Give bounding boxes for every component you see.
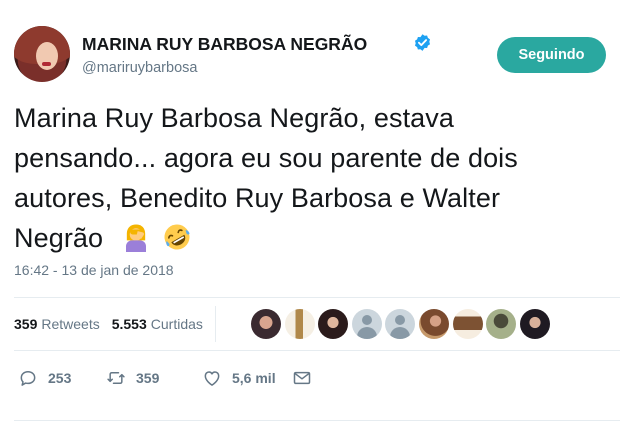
rolling-on-floor-laughing-icon [164, 224, 190, 250]
heart-icon [204, 371, 220, 386]
retweets-count[interactable]: 359 [14, 316, 37, 332]
engagement-stats: 359 Retweets 5.553 Curtidas [14, 306, 216, 342]
likers-avatar-row [251, 309, 553, 339]
woman-facepalming-icon [125, 224, 146, 252]
liker-avatar[interactable] [251, 309, 281, 339]
following-button[interactable]: Seguindo [497, 37, 606, 73]
author-handle[interactable]: @mariruybarbosa [82, 60, 197, 76]
tweet-actions: 253 359 5,6 mil [18, 364, 312, 392]
divider [14, 420, 620, 421]
liker-avatar[interactable] [284, 309, 315, 339]
retweets-label[interactable]: Retweets [41, 316, 99, 332]
retweet-count: 359 [136, 370, 160, 386]
author-name[interactable]: MARINA RUY BARBOSA NEGRÃO [82, 34, 367, 55]
author-avatar[interactable] [14, 26, 70, 82]
divider [14, 350, 620, 351]
retweet-button[interactable]: 359 [106, 368, 202, 388]
like-count: 5,6 mil [232, 370, 276, 386]
liker-avatar[interactable] [452, 309, 483, 339]
tweet-text-line: autores, Benedito Ruy Barbosa e Walter [14, 183, 501, 213]
liker-avatar-placeholder[interactable] [351, 309, 382, 339]
stats-separator [214, 306, 216, 342]
like-button[interactable]: 5,6 mil [202, 368, 292, 388]
tweet-text-line: Negrão [14, 218, 604, 258]
tweet-text-line: Marina Ruy Barbosa Negrão, estava [14, 103, 455, 133]
reply-count: 253 [48, 370, 72, 386]
verified-badge-icon [414, 34, 431, 51]
tweet-timestamp[interactable]: 16:42 - 13 de jan de 2018 [14, 262, 174, 278]
tweet-text: Marina Ruy Barbosa Negrão, estava pensan… [14, 98, 604, 258]
envelope-icon [293, 371, 311, 385]
retweet-icon [107, 372, 125, 384]
likes-count[interactable]: 5.553 [112, 316, 147, 332]
tweet-text-line: pensando... agora eu sou parente de dois [14, 143, 518, 173]
reply-button[interactable]: 253 [18, 368, 106, 388]
tweet-text-segment: Negrão [14, 223, 104, 253]
direct-message-button[interactable] [292, 368, 312, 388]
liker-avatar-placeholder[interactable] [385, 309, 416, 339]
divider [14, 297, 620, 298]
liker-avatar[interactable] [318, 309, 349, 339]
liker-avatar[interactable] [519, 309, 550, 339]
liker-avatar[interactable] [418, 309, 449, 339]
avatar-lips [42, 62, 51, 66]
reply-icon [20, 371, 36, 386]
tweet-card: MARINA RUY BARBOSA NEGRÃO @mariruybarbos… [0, 0, 620, 430]
liker-avatar[interactable] [486, 309, 517, 339]
likes-label[interactable]: Curtidas [151, 316, 203, 332]
